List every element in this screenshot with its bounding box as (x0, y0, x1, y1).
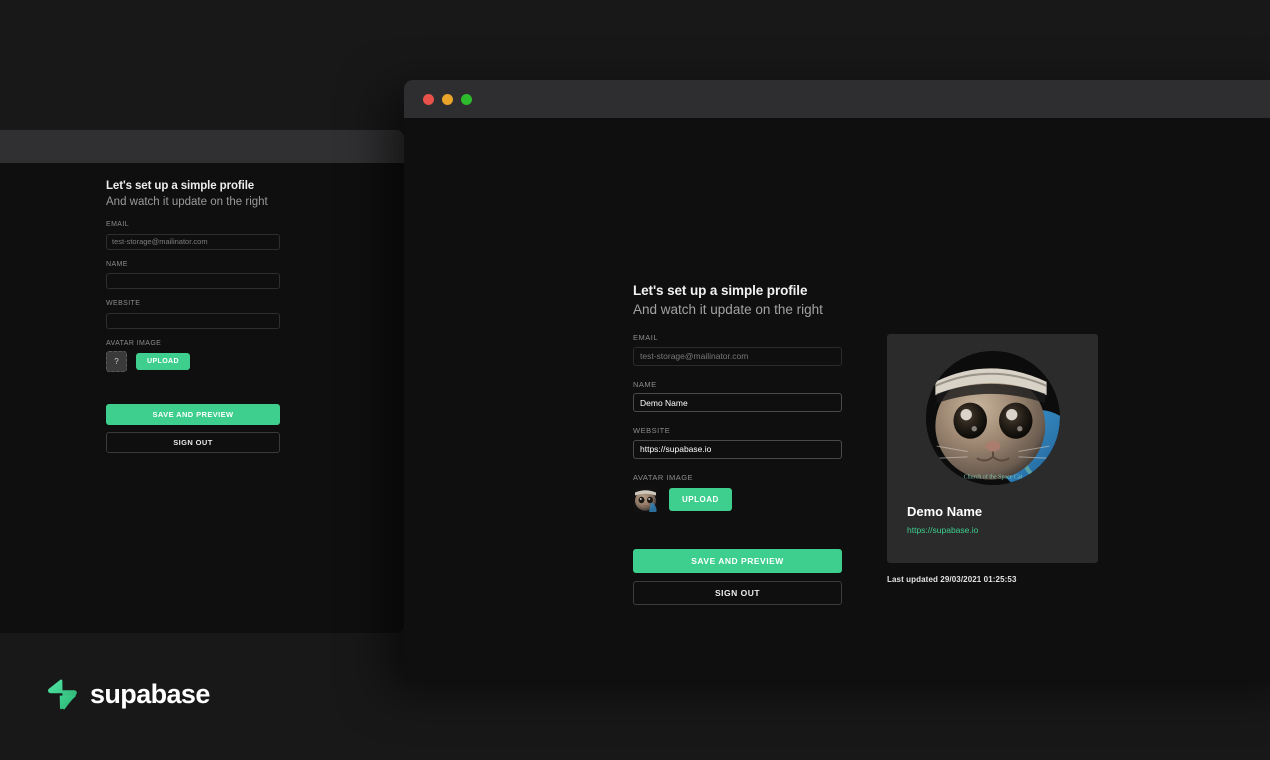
avatar-upload-row: UPLOAD (633, 486, 842, 512)
background-avatar-row: ? UPLOAD (106, 350, 280, 372)
background-avatar-label: AVATAR IMAGE (106, 339, 162, 347)
background-window-titlebar (0, 130, 404, 163)
avatar-large: Church of the Space Cat (925, 351, 1060, 485)
screen: Let's set up a simple profile And watch … (0, 0, 1270, 760)
preview-website-link[interactable]: https://supabase.io (907, 525, 978, 535)
maximize-window-icon[interactable] (461, 93, 472, 105)
cat-avatar-thumb-icon (633, 486, 658, 512)
window-content: Let's set up a simple profile And watch … (404, 118, 1270, 682)
svg-text:Church of the Space Cat: Church of the Space Cat (963, 473, 1022, 480)
background-sign-out-button[interactable]: SIGN OUT (106, 431, 280, 453)
window-titlebar (404, 80, 1270, 118)
name-label: NAME (633, 379, 657, 389)
background-website-label: WEBSITE (106, 300, 141, 307)
sign-out-button[interactable]: SIGN OUT (633, 580, 842, 605)
email-label: EMAIL (633, 333, 659, 342)
website-label: WEBSITE (633, 426, 671, 435)
preview-display-name: Demo Name (907, 504, 983, 519)
brand-logo: supabase (48, 678, 210, 711)
name-input[interactable] (633, 393, 842, 412)
supabase-logo-icon (48, 679, 77, 710)
profile-form: Let's set up a simple profile And watch … (633, 282, 842, 605)
form-heading: Let's set up a simple profile (633, 283, 808, 298)
upload-button[interactable]: UPLOAD (669, 487, 732, 511)
profile-preview: Church of the Space Cat Demo Name https:… (887, 334, 1098, 584)
profile-preview-card: Church of the Space Cat Demo Name https:… (887, 334, 1098, 563)
background-avatar-placeholder-icon: ? (106, 350, 127, 372)
background-name-input[interactable] (106, 273, 280, 289)
background-browser-window: Let's set up a simple profile And watch … (0, 130, 404, 633)
background-upload-button[interactable]: UPLOAD (136, 352, 190, 370)
website-input[interactable] (633, 439, 842, 459)
background-email-label: EMAIL (106, 221, 130, 228)
avatar-image-label: AVATAR IMAGE (633, 472, 694, 482)
background-save-and-preview-button[interactable]: SAVE AND PREVIEW (106, 403, 280, 425)
save-and-preview-button[interactable]: SAVE AND PREVIEW (633, 548, 842, 573)
close-window-icon[interactable] (423, 93, 434, 105)
background-website-input[interactable] (106, 312, 280, 329)
background-window-content: Let's set up a simple profile And watch … (0, 163, 404, 633)
brand-name: supabase (90, 679, 210, 709)
form-subheading: And watch it update on the right (633, 302, 823, 317)
avatar-thumbnail[interactable] (633, 486, 658, 512)
background-name-label: NAME (106, 260, 128, 268)
background-form-subheading: And watch it update on the right (106, 196, 268, 208)
browser-window: Let's set up a simple profile And watch … (404, 80, 1270, 682)
background-email-input (106, 233, 280, 250)
background-profile-form: Let's set up a simple profile And watch … (106, 179, 280, 453)
cat-avatar-icon: Church of the Space Cat (925, 351, 1060, 485)
background-form-heading: Let's set up a simple profile (106, 180, 255, 192)
email-input (633, 346, 842, 366)
last-updated-text: Last updated 29/03/2021 01:25:53 (887, 575, 1017, 584)
minimize-window-icon[interactable] (442, 93, 453, 105)
